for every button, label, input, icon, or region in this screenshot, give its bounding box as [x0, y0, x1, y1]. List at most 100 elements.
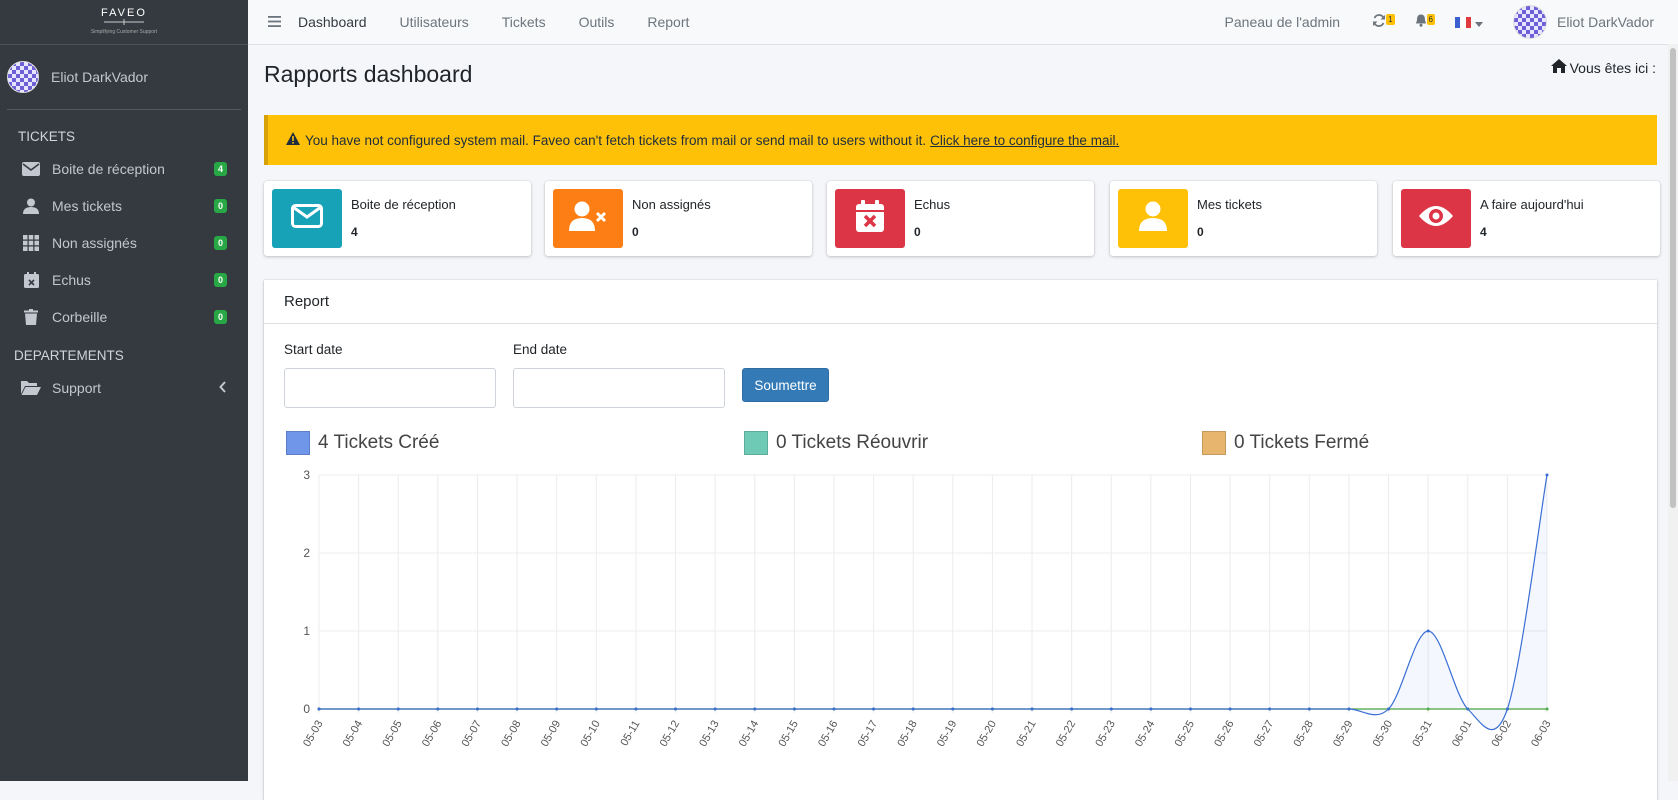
- brand[interactable]: FAVEO Simplifying Customer Support: [0, 0, 248, 45]
- data-point: [634, 707, 638, 711]
- y-tick-label: 2: [303, 546, 310, 560]
- count-badge: 0: [213, 198, 227, 213]
- sidebar-item-label: Echus: [52, 271, 91, 288]
- sidebar-item-trash[interactable]: Corbeille 0: [0, 298, 248, 335]
- count-badge: 4: [213, 161, 227, 176]
- series-area: [319, 475, 1547, 730]
- data-point: [832, 707, 836, 711]
- info-box-label: Non assignés: [632, 197, 711, 212]
- sidebar: FAVEO Simplifying Customer Support Eliot…: [0, 0, 248, 781]
- nav-tickets[interactable]: Tickets: [502, 14, 546, 30]
- bell-icon: [1415, 14, 1427, 30]
- count-badge: 0: [213, 309, 227, 324]
- x-tick-label: 06-03: [1529, 719, 1553, 749]
- user-name[interactable]: Eliot DarkVador: [51, 69, 148, 85]
- topbar-right: Paneau de l'admin 1 6 Eliot DarkVador: [1225, 5, 1678, 39]
- alert-text: You have not configured system mail. Fav…: [305, 132, 927, 148]
- info-icon-bg: [1118, 189, 1188, 248]
- info-box-unassigned[interactable]: Non assignés 0: [545, 181, 812, 256]
- report-card: Report Start date End date Soumettre 4 T…: [264, 280, 1657, 800]
- notifications-button[interactable]: 6: [1415, 13, 1435, 30]
- x-tick-label: 05-26: [1212, 719, 1236, 749]
- eye-icon: [1418, 204, 1454, 233]
- x-tick-label: 05-10: [578, 719, 602, 749]
- info-box-today[interactable]: A faire aujourd'hui 4: [1393, 181, 1660, 256]
- data-point: [1109, 707, 1113, 711]
- x-tick-label: 05-06: [420, 719, 444, 749]
- configure-mail-link[interactable]: Click here to configure the mail.: [930, 133, 1119, 148]
- calendar-x-icon: [856, 200, 884, 237]
- mail-config-alert: You have not configured system mail. Fav…: [264, 115, 1657, 165]
- sidebar-item-label: Corbeille: [52, 308, 108, 325]
- home-icon[interactable]: [1550, 59, 1567, 76]
- info-icon-bg: [553, 189, 623, 248]
- sidebar-item-label: Support: [52, 379, 102, 396]
- count-badge: 0: [213, 272, 227, 287]
- y-tick-label: 0: [303, 702, 310, 716]
- topbar-user-name[interactable]: Eliot DarkVador: [1557, 14, 1654, 30]
- user-icon: [21, 198, 41, 214]
- chevron-left-icon[interactable]: [219, 380, 227, 396]
- nav-users[interactable]: Utilisateurs: [400, 14, 469, 30]
- user-icon: [1139, 201, 1167, 236]
- data-point: [317, 707, 321, 711]
- data-point: [1347, 707, 1351, 711]
- sidebar-item-support[interactable]: Support: [0, 369, 248, 406]
- admin-panel-link[interactable]: Paneau de l'admin: [1225, 14, 1341, 30]
- x-tick-label: 05-03: [301, 719, 325, 749]
- x-tick-label: 05-30: [1371, 719, 1395, 749]
- info-box-inbox[interactable]: Boite de réception 4: [264, 181, 531, 256]
- info-icon-bg: [835, 189, 905, 248]
- breadcrumb: Vous êtes ici :: [1550, 59, 1656, 76]
- sidebar-item-unassigned[interactable]: Non assignés 0: [0, 224, 248, 261]
- sidebar-item-label: Boite de réception: [52, 160, 165, 177]
- series-line: [318, 474, 1548, 731]
- data-point: [475, 707, 479, 711]
- x-tick-label: 05-07: [460, 719, 484, 749]
- data-point: [792, 707, 796, 711]
- sync-count-badge: 1: [1386, 13, 1395, 25]
- data-point: [436, 707, 440, 711]
- info-box-value: 0: [1197, 225, 1204, 239]
- x-tick-label: 05-31: [1410, 719, 1434, 749]
- data-point: [1188, 707, 1192, 711]
- avatar[interactable]: [7, 61, 39, 93]
- sidebar-item-overdue[interactable]: Echus 0: [0, 261, 248, 298]
- language-dropdown[interactable]: [1454, 14, 1483, 30]
- sync-button[interactable]: 1: [1372, 13, 1395, 30]
- info-box-value: 0: [632, 225, 639, 239]
- info-box-value: 4: [351, 225, 358, 239]
- hamburger-icon[interactable]: [268, 14, 298, 30]
- x-tick-label: 05-16: [816, 719, 840, 749]
- page-scrollbar[interactable]: [1668, 44, 1678, 781]
- info-box-value: 4: [1480, 225, 1487, 239]
- nav-tools[interactable]: Outils: [579, 14, 615, 30]
- sidebar-item-my-tickets[interactable]: Mes tickets 0: [0, 187, 248, 224]
- data-point: [674, 707, 678, 711]
- nav-dashboard[interactable]: Dashboard: [298, 14, 367, 30]
- data-point: [753, 707, 757, 711]
- user-panel[interactable]: Eliot DarkVador: [7, 45, 241, 110]
- x-tick-label: 05-12: [658, 719, 682, 749]
- nav-report[interactable]: Report: [647, 14, 689, 30]
- data-point: [1466, 707, 1470, 711]
- x-tick-label: 05-29: [1331, 719, 1355, 749]
- data-point: [713, 707, 717, 711]
- scrollbar-thumb[interactable]: [1670, 48, 1676, 508]
- x-tick-label: 05-18: [895, 719, 919, 749]
- tickets-line-chart: 0 1 2 3 05-03 05-04 05-05 05-06 05-07 05-08 05-09 0…: [301, 468, 1553, 749]
- x-tick-label: 05-20: [975, 719, 999, 749]
- info-box-label: Echus: [914, 197, 951, 212]
- sidebar-item-inbox[interactable]: Boite de réception 4: [0, 150, 248, 187]
- departments-header: DEPARTEMENTS: [14, 348, 124, 363]
- avatar[interactable]: [1512, 5, 1547, 39]
- tickets-header: TICKETS: [18, 129, 76, 144]
- info-box-my-tickets[interactable]: Mes tickets 0: [1110, 181, 1377, 256]
- info-box-overdue[interactable]: Echus 0: [827, 181, 1094, 256]
- data-point: [1070, 707, 1074, 711]
- x-tick-label: 05-19: [935, 719, 959, 749]
- data-point: [1426, 629, 1430, 633]
- sidebar-item-label: Non assignés: [52, 234, 137, 251]
- data-point: [990, 707, 994, 711]
- logo-line-icon: [103, 18, 144, 25]
